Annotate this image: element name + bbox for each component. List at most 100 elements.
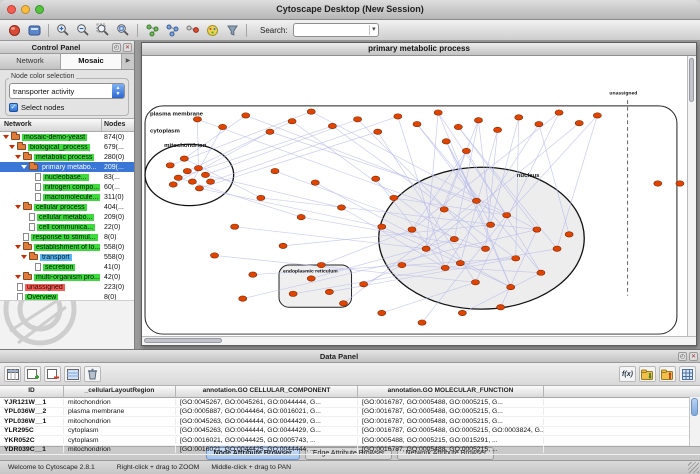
node-icon[interactable]: [5, 22, 23, 39]
table-row[interactable]: YPL036W__1mitochondrion[GO:0045263, GO:0…: [0, 417, 700, 427]
search-input[interactable]: ▾: [293, 23, 379, 37]
network-node[interactable]: [201, 172, 209, 177]
tree-row[interactable]: nitrogen compo...60(...: [0, 182, 134, 192]
network-node[interactable]: [297, 214, 305, 219]
network-node[interactable]: [325, 289, 333, 294]
tree-row[interactable]: macromolecule...311(0): [0, 192, 134, 202]
network-node[interactable]: [512, 256, 520, 261]
network-node[interactable]: [378, 224, 386, 229]
network-node[interactable]: [374, 129, 382, 134]
network-canvas[interactable]: plasma membranecytoplasmmitochondrionnuc…: [142, 56, 687, 336]
network-node[interactable]: [418, 320, 426, 325]
tab-mosaic[interactable]: Mosaic: [61, 54, 122, 69]
network-node[interactable]: [166, 163, 174, 168]
network-node[interactable]: [188, 179, 196, 184]
network-node[interactable]: [249, 272, 257, 277]
select-all-attributes-icon[interactable]: [64, 366, 81, 382]
network-node[interactable]: [494, 127, 502, 132]
network-node[interactable]: [555, 110, 563, 115]
network-node[interactable]: [472, 198, 480, 203]
network-node[interactable]: [354, 117, 362, 122]
network-node[interactable]: [474, 118, 482, 123]
network-node[interactable]: [378, 310, 386, 315]
network-node[interactable]: [307, 109, 315, 114]
select-nodes-checkbox[interactable]: ✓ Select nodes: [9, 103, 125, 112]
network-node[interactable]: [219, 124, 227, 129]
network-node[interactable]: [535, 121, 543, 126]
network-icon[interactable]: [143, 22, 161, 39]
network-node[interactable]: [242, 113, 250, 118]
trash-icon[interactable]: [84, 366, 101, 382]
network-selection-icon[interactable]: [163, 22, 181, 39]
network-node[interactable]: [317, 262, 325, 267]
network-node[interactable]: [515, 115, 523, 120]
float-data-panel-icon[interactable]: ◴: [678, 352, 687, 361]
resize-grip[interactable]: [688, 462, 699, 473]
network-node[interactable]: [183, 168, 191, 173]
tree-row[interactable]: biological_process679(...: [0, 142, 134, 152]
network-node[interactable]: [266, 129, 274, 134]
expander-icon[interactable]: [15, 275, 21, 279]
network-node[interactable]: [413, 121, 421, 126]
formula-builder-icon[interactable]: f(x): [619, 366, 636, 382]
network-node[interactable]: [180, 156, 188, 161]
tree-row[interactable]: Overview8(0): [0, 292, 134, 300]
network-node[interactable]: [360, 282, 368, 287]
tree-row[interactable]: secretion41(0): [0, 262, 134, 272]
node-highlight-icon[interactable]: [183, 22, 201, 39]
network-node[interactable]: [194, 166, 202, 171]
network-node[interactable]: [537, 270, 545, 275]
table-row[interactable]: YDR039C__1mitochondrion[GO:0016021, GO:0…: [0, 446, 700, 456]
network-node[interactable]: [507, 284, 515, 289]
network-node[interactable]: [279, 243, 287, 248]
tree-row[interactable]: cell communica...22(0): [0, 222, 134, 232]
network-vertical-scrollbar[interactable]: [687, 56, 696, 336]
network-node[interactable]: [271, 168, 279, 173]
vertical-scroll-thumb[interactable]: [689, 58, 694, 102]
tree-row[interactable]: response to stimul...8(0): [0, 232, 134, 242]
tree-row[interactable]: unassigned223(0): [0, 282, 134, 292]
network-node[interactable]: [676, 181, 684, 186]
zoom-selected-icon[interactable]: [94, 22, 112, 39]
network-node[interactable]: [398, 262, 406, 267]
float-panel-icon[interactable]: ◴: [112, 43, 121, 52]
network-node[interactable]: [239, 296, 247, 301]
network-node[interactable]: [422, 246, 430, 251]
expander-icon[interactable]: [3, 135, 9, 139]
network-horizontal-scrollbar[interactable]: [142, 336, 696, 345]
grid-icon[interactable]: [25, 22, 43, 39]
zoom-fit-icon[interactable]: [114, 22, 132, 39]
network-node[interactable]: [440, 207, 448, 212]
palette-icon[interactable]: [203, 22, 221, 39]
table-vertical-scrollbar[interactable]: [689, 397, 700, 446]
tree-column-network[interactable]: Network: [0, 119, 102, 131]
table-row[interactable]: YLR295Ccytoplasm[GO:0045263, GO:0044444,…: [0, 427, 700, 437]
network-node[interactable]: [456, 260, 464, 265]
expander-icon[interactable]: [21, 255, 27, 259]
tree-row[interactable]: primary metabo...209(...: [0, 162, 134, 172]
network-node[interactable]: [487, 222, 495, 227]
network-node[interactable]: [503, 212, 511, 217]
network-node[interactable]: [654, 181, 662, 186]
column-header[interactable]: annotation.GO MOLECULAR_FUNCTION: [358, 386, 544, 397]
column-header[interactable]: ID: [0, 386, 64, 397]
funnel-icon[interactable]: [223, 22, 241, 39]
import-attributes-icon[interactable]: [639, 366, 656, 382]
network-node[interactable]: [174, 175, 182, 180]
network-window-title[interactable]: primary metabolic process: [142, 43, 696, 56]
tree-row[interactable]: metabolic process280(0): [0, 152, 134, 162]
expander-icon[interactable]: [15, 245, 21, 249]
network-node[interactable]: [307, 276, 315, 281]
search-dropdown-icon[interactable]: ▾: [369, 25, 378, 35]
network-node[interactable]: [471, 280, 479, 285]
network-node[interactable]: [311, 180, 319, 185]
network-node[interactable]: [441, 265, 449, 270]
close-panel-icon[interactable]: ✕: [123, 43, 132, 52]
expander-icon[interactable]: [9, 145, 15, 149]
expander-icon[interactable]: [15, 155, 21, 159]
horizontal-scroll-thumb[interactable]: [144, 338, 222, 343]
network-node[interactable]: [434, 110, 442, 115]
network-node[interactable]: [337, 205, 345, 210]
column-header[interactable]: _cellularLayoutRegion: [64, 386, 176, 397]
zoom-out-icon[interactable]: [74, 22, 92, 39]
